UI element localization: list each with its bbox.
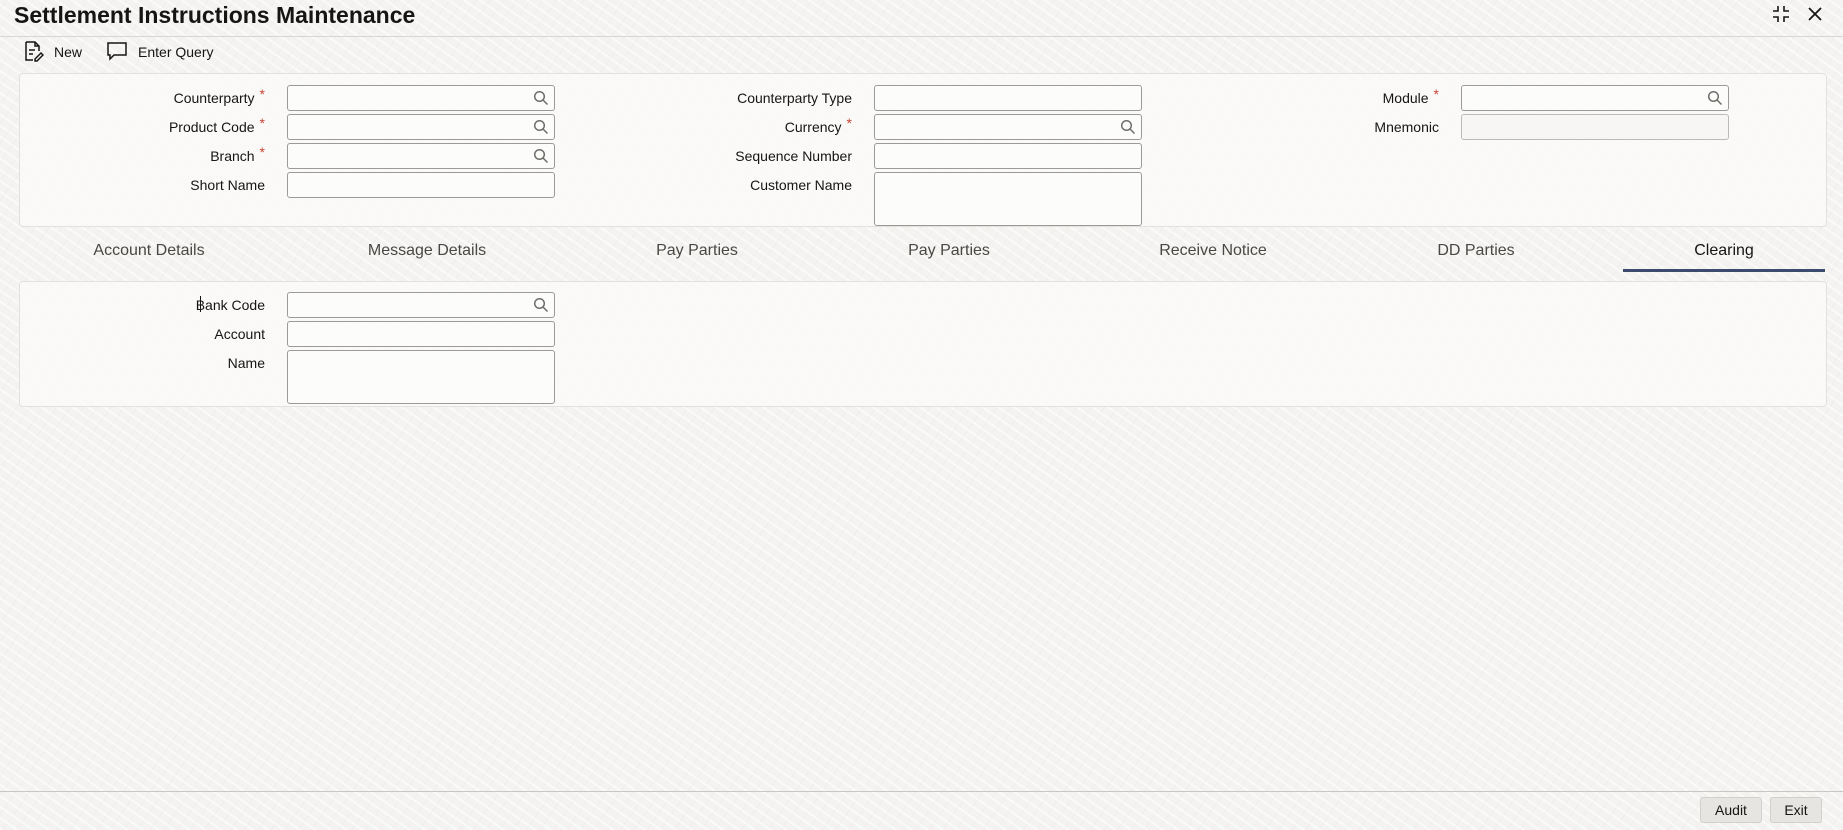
audit-button[interactable]: Audit — [1700, 797, 1762, 823]
tab-message-details[interactable]: Message Details — [307, 236, 547, 272]
tab-clearing[interactable]: Clearing — [1623, 236, 1825, 272]
clearing-panel: Bank Code Account Name — [19, 281, 1827, 407]
customer-name-input[interactable] — [874, 172, 1142, 226]
enter-query-button-label: Enter Query — [138, 44, 214, 60]
required-mark: * — [259, 144, 265, 160]
search-icon[interactable] — [533, 297, 549, 313]
account-input[interactable] — [287, 321, 555, 347]
short-name-input[interactable] — [287, 172, 555, 198]
tab-receive-notice[interactable]: Receive Notice — [1093, 236, 1333, 272]
exit-button[interactable]: Exit — [1770, 797, 1822, 823]
required-mark: * — [259, 115, 265, 131]
module-input[interactable] — [1461, 85, 1729, 111]
tab-pay-parties-1[interactable]: Pay Parties — [577, 236, 817, 272]
new-document-icon — [22, 40, 45, 65]
sequence-number-label: Sequence Number — [735, 148, 852, 164]
customer-name-label: Customer Name — [750, 177, 852, 193]
branch-input[interactable] — [287, 143, 555, 169]
search-icon[interactable] — [533, 119, 549, 135]
currency-input[interactable] — [874, 114, 1142, 140]
currency-label: Currency * — [784, 115, 852, 135]
page-title: Settlement Instructions Maintenance — [14, 2, 416, 28]
counterparty-label: Counterparty * — [173, 86, 265, 106]
new-button-label: New — [54, 44, 83, 60]
module-label: Module * — [1382, 86, 1439, 106]
header-form-panel: Counterparty * Product Code * Branch * Shor… — [19, 73, 1827, 227]
tab-bar: Account Details Message Details Pay Part… — [19, 236, 1825, 272]
new-button[interactable]: New — [22, 40, 82, 65]
mnemonic-input[interactable] — [1461, 114, 1729, 140]
required-mark: * — [1433, 86, 1439, 102]
product-code-label: Product Code * — [168, 115, 265, 135]
enter-query-button[interactable]: Enter Query — [106, 41, 214, 64]
branch-label: Branch * — [210, 144, 265, 164]
counterparty-type-input[interactable] — [874, 85, 1142, 111]
sequence-number-input[interactable] — [874, 143, 1142, 169]
speech-bubble-icon — [106, 41, 128, 64]
name-label: Name — [227, 355, 265, 371]
tab-dd-parties[interactable]: DD Parties — [1356, 236, 1596, 272]
required-mark: * — [846, 115, 852, 131]
collapse-icon[interactable] — [1771, 4, 1791, 24]
search-icon[interactable] — [533, 90, 549, 106]
tab-pay-parties-2[interactable]: Pay Parties — [829, 236, 1069, 272]
short-name-label: Short Name — [190, 177, 265, 193]
counterparty-input[interactable] — [287, 85, 555, 111]
bank-code-label: Bank Code — [195, 297, 265, 313]
search-icon[interactable] — [1120, 119, 1136, 135]
account-label: Account — [214, 326, 265, 342]
toolbar: New Enter Query — [22, 40, 214, 64]
product-code-input[interactable] — [287, 114, 555, 140]
window-controls — [1771, 4, 1825, 24]
title-divider — [0, 36, 1843, 37]
search-icon[interactable] — [1707, 90, 1723, 106]
required-mark: * — [259, 86, 265, 102]
name-input[interactable] — [287, 350, 555, 404]
close-icon[interactable] — [1805, 4, 1825, 24]
bank-code-input[interactable] — [287, 292, 555, 318]
mnemonic-label: Mnemonic — [1374, 119, 1439, 135]
counterparty-type-label: Counterparty Type — [737, 90, 852, 106]
tab-account-details[interactable]: Account Details — [29, 236, 269, 272]
search-icon[interactable] — [533, 148, 549, 164]
footer-divider — [0, 791, 1843, 792]
